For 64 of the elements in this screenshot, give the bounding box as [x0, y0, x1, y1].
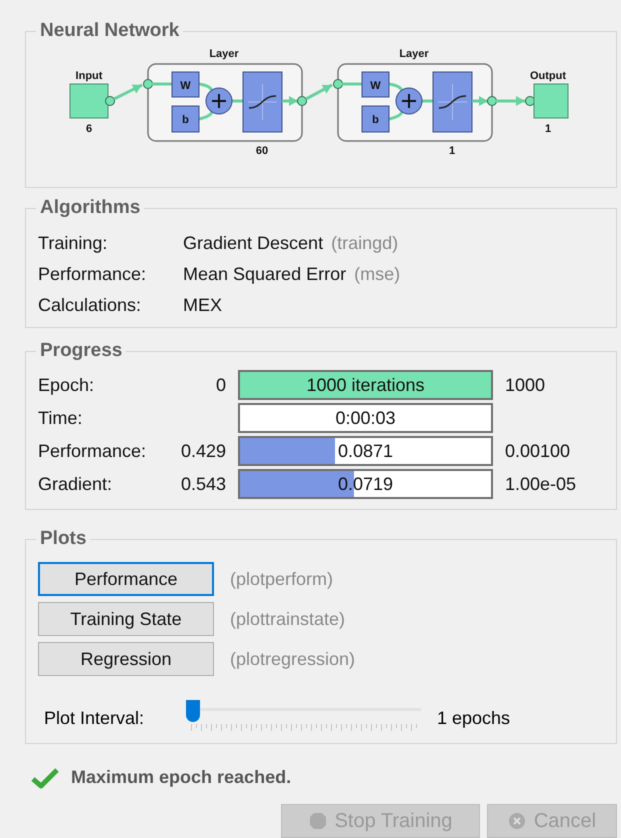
connector-dot — [333, 79, 343, 89]
section-title: Neural Network — [39, 20, 180, 42]
field-label: Performance: — [38, 263, 148, 286]
input-node — [70, 84, 108, 118]
output-label: Output — [530, 70, 566, 82]
connector-arrow — [472, 96, 488, 106]
output-size: 1 — [544, 123, 552, 135]
connector-dot — [297, 96, 307, 106]
bias-box: b — [362, 106, 390, 132]
connector-dot — [105, 96, 115, 106]
max-value: 1.00e-05 — [504, 472, 578, 496]
slider-label: Plot Interval: — [44, 706, 146, 730]
field-hint: (mse) — [354, 263, 400, 286]
transfer-function-icon — [432, 72, 472, 132]
field-value: Mean Squared Error — [183, 263, 346, 286]
stop-sign-icon — [308, 812, 327, 830]
field-label: Calculations: — [38, 294, 142, 317]
plot-button[interactable]: Regression — [38, 642, 214, 676]
connector-arrow — [305, 84, 333, 100]
progress-label: Time: — [38, 406, 84, 430]
transfer-function-icon — [242, 72, 282, 132]
weight-box: W — [172, 72, 200, 98]
field-label: Training: — [38, 232, 108, 255]
checkmark-icon — [31, 766, 59, 788]
layer-label: Layer — [209, 48, 239, 60]
max-value: 0.00100 — [504, 440, 572, 462]
connector-arrow — [282, 96, 298, 106]
input-size: 6 — [86, 123, 92, 135]
layer-size: 60 — [256, 145, 268, 157]
plot-function-hint: (plottrainstate) — [230, 608, 346, 631]
sum-icon — [206, 88, 232, 114]
min-value: 0 — [214, 374, 227, 396]
section-title: Plots — [39, 528, 88, 550]
min-value: 0.429 — [180, 440, 227, 462]
connector-arrow — [113, 84, 143, 100]
plot-button[interactable]: Training State — [38, 602, 214, 636]
progress-label: Gradient: — [38, 472, 114, 496]
field-hint: (traingd) — [331, 232, 398, 255]
progress-value: 0.0871 — [338, 440, 394, 462]
connector-arrow — [495, 96, 525, 106]
slider-reading: 1 epochs — [437, 706, 510, 730]
plot-function-hint: (plotregression) — [230, 648, 356, 671]
field-value: MEX — [183, 294, 222, 317]
progress-label: Epoch: — [38, 374, 96, 397]
input-label: Input — [76, 70, 102, 82]
plot-function-hint: (plotperform) — [230, 568, 334, 591]
output-node — [534, 84, 568, 118]
connector-dot — [143, 79, 153, 89]
plot-button[interactable]: Performance — [38, 562, 214, 596]
slider-thumb[interactable] — [186, 700, 200, 722]
bias-box: b — [172, 106, 200, 132]
progress-value: 1000 iterations — [306, 374, 425, 396]
progress-label: Performance: — [38, 440, 148, 462]
weight-box: W — [362, 72, 390, 98]
min-value: 0.543 — [180, 472, 227, 496]
close-icon — [508, 812, 526, 830]
section-title: Algorithms — [39, 197, 142, 219]
max-value: 1000 — [504, 374, 546, 396]
status-message: Maximum epoch reached. — [71, 766, 292, 789]
field-value: Gradient Descent — [183, 232, 324, 255]
layer-size: 1 — [448, 145, 456, 157]
section-title: Progress — [39, 340, 124, 362]
layer-label: Layer — [399, 48, 429, 60]
sum-icon — [396, 88, 422, 114]
